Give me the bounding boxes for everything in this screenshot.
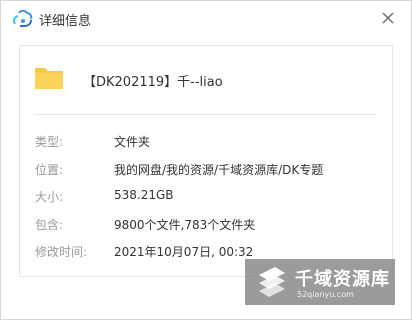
- watermark-subtitle: 52qianyu.com: [297, 290, 354, 299]
- property-row-size: 大小: 538.21GB: [20, 188, 392, 208]
- dialog-title: 详细信息: [39, 14, 92, 29]
- title-bar: 详细信息: [1, 1, 411, 37]
- item-name: 【DK202119】千--liao: [83, 75, 223, 90]
- property-row-contains: 包含: 9800个文件,783个文件夹: [20, 216, 392, 236]
- property-value: 文件夹: [114, 135, 151, 149]
- close-icon[interactable]: [379, 9, 397, 27]
- cloud-drive-icon: [13, 10, 33, 27]
- property-label: 位置:: [35, 163, 64, 177]
- property-row-type: 类型: 文件夹: [20, 133, 392, 153]
- watermark: 千域资源库 52qianyu.com: [245, 259, 395, 305]
- watermark-title: 千域资源库: [295, 269, 390, 290]
- property-value: 538.21GB: [114, 188, 174, 202]
- property-label: 类型:: [35, 135, 64, 149]
- property-row-location: 位置: 我的网盘/我的资源/千域资源库/DK专题: [20, 161, 392, 181]
- details-dialog: 详细信息 【DK202119】千--liao 类型: 文件夹 位置: 我的网盘/…: [0, 0, 412, 320]
- folder-icon: [35, 68, 63, 89]
- property-label: 修改时间:: [35, 245, 88, 259]
- divider: [34, 114, 376, 115]
- property-label: 大小:: [35, 190, 64, 204]
- property-value: 9800个文件,783个文件夹: [114, 218, 256, 232]
- property-label: 包含:: [35, 218, 64, 232]
- property-value: 我的网盘/我的资源/千域资源库/DK专题: [114, 163, 324, 177]
- details-panel: 【DK202119】千--liao 类型: 文件夹 位置: 我的网盘/我的资源/…: [19, 45, 393, 277]
- watermark-logo-icon: [259, 267, 285, 297]
- property-value: 2021年10月07日, 00:32: [114, 245, 254, 259]
